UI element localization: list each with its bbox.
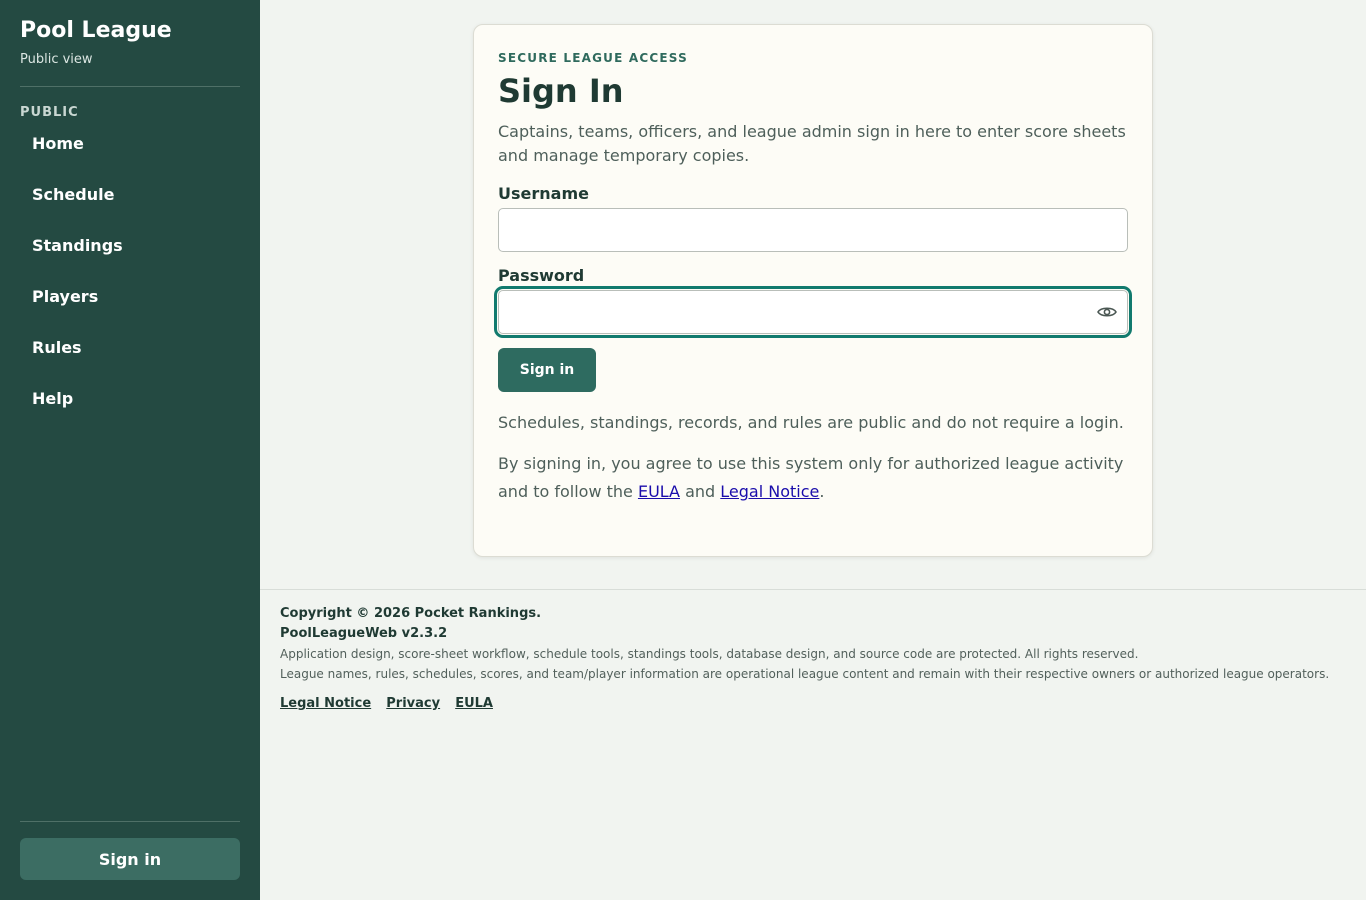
intro-text: Captains, teams, officers, and league ad… xyxy=(498,122,1126,165)
sidebar-footer: Sign in xyxy=(20,821,240,880)
sidebar-section-label: PUBLIC xyxy=(20,105,79,120)
sidebar-item-schedule[interactable]: Schedule xyxy=(20,185,240,236)
footer-links: Legal Notice Privacy EULA xyxy=(280,692,1346,711)
agreement-suffix: . xyxy=(819,482,825,501)
eula-link[interactable]: EULA xyxy=(638,482,680,501)
legal-notice-link[interactable]: Legal Notice xyxy=(720,482,819,501)
username-field-wrap xyxy=(498,208,1128,252)
main-content: SECURE LEAGUE ACCESS Sign In Captains, t… xyxy=(260,0,1366,900)
footer-line-1: Application design, score-sheet workflow… xyxy=(280,647,1139,661)
password-field-wrap xyxy=(494,286,1132,338)
footer-line-2: League names, rules, schedules, scores, … xyxy=(280,667,1330,681)
app-title: Pool League xyxy=(20,18,172,43)
sidebar-item-standings[interactable]: Standings xyxy=(20,236,240,287)
footer-legal-link[interactable]: Legal Notice xyxy=(280,696,371,711)
sidebar: Pool League Public view PUBLIC Home Sche… xyxy=(0,0,260,900)
public-note: Schedules, standings, records, and rules… xyxy=(498,413,1124,432)
footer-eula-link[interactable]: EULA xyxy=(455,696,493,711)
card-eyebrow: SECURE LEAGUE ACCESS xyxy=(498,51,688,65)
sidebar-item-players[interactable]: Players xyxy=(20,287,240,338)
sidebar-item-help[interactable]: Help xyxy=(20,389,240,440)
signin-card: SECURE LEAGUE ACCESS Sign In Captains, t… xyxy=(473,24,1153,557)
password-label: Password xyxy=(498,266,585,285)
eye-icon[interactable] xyxy=(1096,302,1118,322)
footer-copyright: Copyright © 2026 Pocket Rankings. xyxy=(280,606,542,621)
agreement-text: By signing in, you agree to use this sys… xyxy=(498,450,1128,506)
username-label: Username xyxy=(498,184,589,203)
footer-version: PoolLeagueWeb v2.3.2 xyxy=(280,626,448,641)
sidebar-nav: Home Schedule Standings Players Rules He… xyxy=(20,134,240,440)
sidebar-item-rules[interactable]: Rules xyxy=(20,338,240,389)
signin-submit-button[interactable]: Sign in xyxy=(498,348,596,392)
username-input[interactable] xyxy=(498,208,1128,252)
page-title: Sign In xyxy=(498,72,624,110)
footer-privacy-link[interactable]: Privacy xyxy=(386,696,440,711)
app-subtitle: Public view xyxy=(20,52,93,67)
sidebar-item-home[interactable]: Home xyxy=(20,134,240,185)
page-footer: Copyright © 2026 Pocket Rankings. PoolLe… xyxy=(260,589,1366,711)
sidebar-divider xyxy=(20,86,240,87)
agreement-and: and xyxy=(680,482,721,501)
password-input[interactable] xyxy=(494,286,1132,338)
sidebar-signin-button[interactable]: Sign in xyxy=(20,838,240,880)
